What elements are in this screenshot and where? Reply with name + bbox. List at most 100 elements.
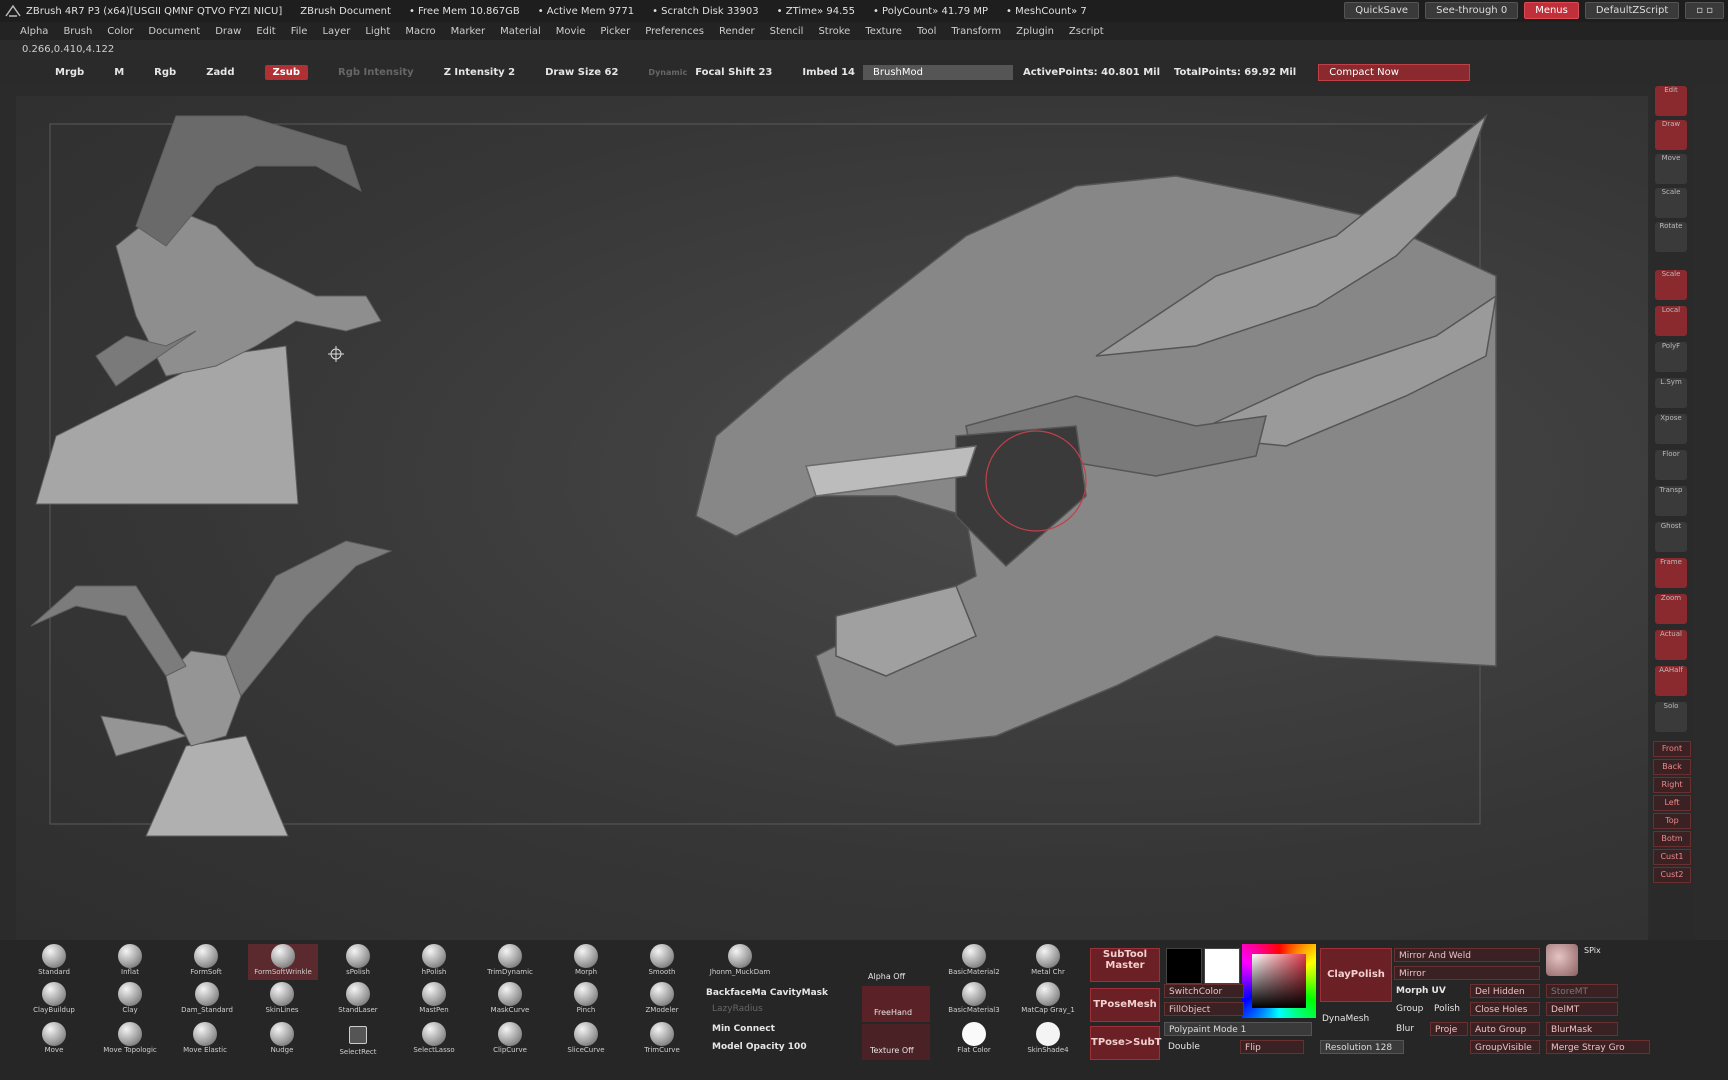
scale-view-button[interactable]: Scale bbox=[1655, 270, 1687, 300]
material-basic2[interactable]: BasicMaterial2 bbox=[940, 944, 1008, 980]
del-hidden-button[interactable]: Del Hidden bbox=[1470, 984, 1540, 998]
brush-standard[interactable]: Standard bbox=[26, 944, 82, 980]
brush-claybuildup[interactable]: ClayBuildup bbox=[26, 982, 82, 1018]
xpose-button[interactable]: Xpose bbox=[1655, 414, 1687, 444]
local-button[interactable]: Local bbox=[1655, 306, 1687, 336]
matcap-preview-icon[interactable] bbox=[1546, 944, 1578, 976]
move-mode-button[interactable]: Move bbox=[1655, 154, 1687, 184]
canvas-viewport[interactable] bbox=[16, 96, 1648, 940]
polypaint-mode-slider[interactable]: Polypaint Mode 1 bbox=[1164, 1022, 1312, 1036]
ghost-button[interactable]: Ghost bbox=[1655, 522, 1687, 552]
draw-size-slider[interactable]: Draw Size 62 bbox=[545, 67, 618, 78]
polish-toggle[interactable]: Polish bbox=[1434, 1004, 1460, 1014]
color-saturation-square[interactable] bbox=[1252, 954, 1306, 1008]
auto-group-button[interactable]: Auto Group bbox=[1470, 1022, 1540, 1036]
solo-button[interactable]: Solo bbox=[1655, 702, 1687, 732]
lsym-button[interactable]: L.Sym bbox=[1655, 378, 1687, 408]
storemt-button[interactable]: StoreMT bbox=[1546, 984, 1618, 998]
view-cust1-button[interactable]: Cust1 bbox=[1653, 849, 1691, 865]
resolution-slider[interactable]: Resolution 128 bbox=[1320, 1040, 1404, 1054]
tpose-subt-button[interactable]: TPose>SubT bbox=[1090, 1026, 1161, 1060]
menu-zplugin[interactable]: Zplugin bbox=[1016, 26, 1054, 37]
menu-brush[interactable]: Brush bbox=[63, 26, 92, 37]
rotate-mode-button[interactable]: Rotate bbox=[1655, 222, 1687, 252]
material-flat-color[interactable]: Flat Color bbox=[940, 1022, 1008, 1058]
menu-file[interactable]: File bbox=[291, 26, 308, 37]
frame-button[interactable]: Frame bbox=[1655, 558, 1687, 588]
window-controls-icon[interactable]: ▫ ▫ bbox=[1685, 2, 1724, 19]
menu-preferences[interactable]: Preferences bbox=[645, 26, 704, 37]
brush-slicecurve[interactable]: SliceCurve bbox=[558, 1022, 614, 1058]
material-metal-chrome[interactable]: Metal Chr bbox=[1016, 944, 1080, 980]
mirror-and-weld-button[interactable]: Mirror And Weld bbox=[1394, 948, 1540, 962]
brush-zmodeler[interactable]: ZModeler bbox=[634, 982, 690, 1018]
menu-edit[interactable]: Edit bbox=[256, 26, 275, 37]
group-toggle[interactable]: Group bbox=[1396, 1004, 1423, 1014]
zadd-button[interactable]: Zadd bbox=[206, 67, 234, 78]
brush-clipcurve[interactable]: ClipCurve bbox=[482, 1022, 538, 1058]
menu-transform[interactable]: Transform bbox=[951, 26, 1001, 37]
brush-formsoftwrinkle[interactable]: FormSoftWrinkle bbox=[248, 944, 318, 980]
menu-texture[interactable]: Texture bbox=[865, 26, 902, 37]
brush-inflat[interactable]: Inflat bbox=[102, 944, 158, 980]
groupvisible-button[interactable]: GroupVisible bbox=[1470, 1040, 1540, 1054]
z-intensity-slider[interactable]: Z Intensity 2 bbox=[444, 67, 515, 78]
morph-uv-button[interactable]: Morph UV bbox=[1396, 986, 1446, 996]
tposemesh-button[interactable]: TPoseMesh bbox=[1090, 988, 1160, 1022]
draw-mode-button[interactable]: Draw bbox=[1655, 120, 1687, 150]
brush-smooth[interactable]: Smooth bbox=[634, 944, 690, 980]
menu-tool[interactable]: Tool bbox=[917, 26, 936, 37]
menu-stencil[interactable]: Stencil bbox=[770, 26, 804, 37]
fillobject-button[interactable]: FillObject bbox=[1164, 1002, 1244, 1016]
subtool-master-button[interactable]: SubTool Master bbox=[1090, 948, 1160, 982]
view-bottom-button[interactable]: Botm bbox=[1653, 831, 1691, 847]
menu-render[interactable]: Render bbox=[719, 26, 755, 37]
brush-selectlasso[interactable]: SelectLasso bbox=[406, 1022, 462, 1058]
aahalf-button[interactable]: AAHalf bbox=[1655, 666, 1687, 696]
texture-off-button[interactable]: Texture Off bbox=[862, 1024, 930, 1060]
menu-stroke[interactable]: Stroke bbox=[818, 26, 850, 37]
model-opacity-slider[interactable]: Model Opacity 100 bbox=[712, 1042, 807, 1052]
view-left-button[interactable]: Left bbox=[1653, 795, 1691, 811]
zsub-button[interactable]: Zsub bbox=[264, 64, 308, 80]
backface-cavity-mask-toggle[interactable]: BackfaceMa CavityMask bbox=[706, 988, 828, 998]
dynamic-toggle[interactable]: Dynamic bbox=[648, 68, 687, 77]
claypolish-button[interactable]: ClayPolish bbox=[1320, 948, 1392, 1002]
brush-selectrect[interactable]: SelectRect bbox=[330, 1022, 386, 1058]
default-zscript-button[interactable]: DefaultZScript bbox=[1584, 2, 1680, 19]
alpha-off-button[interactable]: Alpha Off bbox=[868, 972, 905, 981]
brush-move-elastic[interactable]: Move Elastic bbox=[172, 1022, 238, 1058]
focal-shift-slider[interactable]: Focal Shift 23 bbox=[695, 67, 772, 78]
brush-nudge[interactable]: Nudge bbox=[254, 1022, 310, 1058]
brush-pinch[interactable]: Pinch bbox=[558, 982, 614, 1018]
scale-mode-button[interactable]: Scale bbox=[1655, 188, 1687, 218]
menu-zscript[interactable]: Zscript bbox=[1069, 26, 1104, 37]
secondary-color-swatch[interactable] bbox=[1204, 948, 1240, 984]
material-skinshade4[interactable]: SkinShade4 bbox=[1016, 1022, 1080, 1058]
color-picker-wheel[interactable] bbox=[1242, 944, 1316, 1018]
view-back-button[interactable]: Back bbox=[1653, 759, 1691, 775]
lazy-radius-slider[interactable]: LazyRadius bbox=[712, 1004, 763, 1014]
rgb-button[interactable]: Rgb bbox=[154, 67, 176, 78]
brush-move-topologic[interactable]: Move Topologic bbox=[94, 1022, 166, 1058]
view-front-button[interactable]: Front bbox=[1653, 741, 1691, 757]
freehand-stroke-button[interactable]: FreeHand bbox=[862, 986, 930, 1022]
flip-button[interactable]: Flip bbox=[1240, 1040, 1304, 1054]
compact-now-button[interactable]: Compact Now bbox=[1318, 63, 1471, 81]
menu-movie[interactable]: Movie bbox=[556, 26, 586, 37]
switchcolor-button[interactable]: SwitchColor bbox=[1164, 984, 1244, 998]
view-top-button[interactable]: Top bbox=[1653, 813, 1691, 829]
delmt-button[interactable]: DelMT bbox=[1546, 1002, 1618, 1016]
menu-layer[interactable]: Layer bbox=[322, 26, 350, 37]
dynamesh-button[interactable]: DynaMesh bbox=[1322, 1014, 1369, 1024]
brush-jhonm-muckdam[interactable]: Jhonm_MuckDam bbox=[702, 944, 778, 980]
spix-slider[interactable]: SPix bbox=[1584, 946, 1601, 955]
brush-trimcurve[interactable]: TrimCurve bbox=[634, 1022, 690, 1058]
brush-dam-standard[interactable]: Dam_Standard bbox=[174, 982, 240, 1018]
brush-spolish[interactable]: sPolish bbox=[330, 944, 386, 980]
mrgb-button[interactable]: Mrgb bbox=[55, 67, 84, 78]
close-holes-button[interactable]: Close Holes bbox=[1470, 1002, 1540, 1016]
polyf-button[interactable]: PolyF bbox=[1655, 342, 1687, 372]
mirror-button[interactable]: Mirror bbox=[1394, 966, 1540, 980]
blurmask-button[interactable]: BlurMask bbox=[1546, 1022, 1618, 1036]
